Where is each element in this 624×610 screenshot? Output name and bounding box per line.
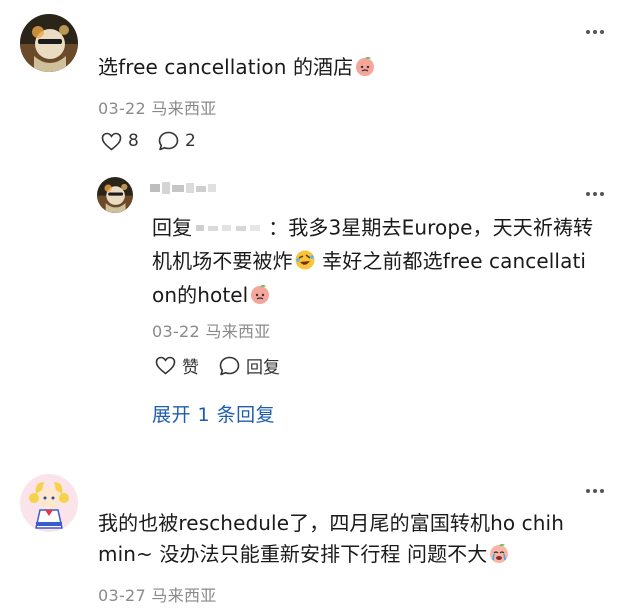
reply-text-part3: 幸好之前都选free cancellati — [315, 249, 587, 273]
heart-icon — [155, 356, 176, 375]
reply-location: 马来西亚 — [205, 322, 271, 341]
crying-emoji-icon — [488, 542, 510, 573]
reply-meta: 03-22 马来西亚 — [152, 318, 271, 342]
reply-line-2: 机机场不要被炸 幸好之前都选free cancellati — [152, 246, 608, 280]
reply-user-avatar-image — [97, 177, 133, 213]
comment2-text: 我的也被reschedule了，四月尾的富国转机ho chih min~ 没办法… — [98, 508, 598, 573]
user2-avatar-image — [20, 474, 78, 532]
comment-text-content: 选free cancellation 的酒店 — [98, 55, 354, 79]
speech-bubble-icon — [158, 131, 179, 151]
reply-date: 03-22 — [152, 322, 200, 341]
reply-reply-label: 回复 — [246, 358, 280, 378]
comment-more-menu[interactable] — [584, 26, 606, 38]
reply-username-redacted[interactable] — [150, 180, 220, 200]
reply-text-part2: 机机场不要被炸 — [152, 249, 293, 273]
user-avatar[interactable] — [20, 14, 78, 72]
reply-button[interactable]: 2 — [158, 131, 196, 151]
comment-location: 马来西亚 — [151, 99, 217, 118]
reply-text-part4: on的hotel — [152, 283, 249, 307]
comment2-line-2: min~ 没办法只能重新安排下行程 问题不大 — [98, 539, 598, 573]
reply-text-part1: ：我多3星期去Europe，天天祈祷转 — [268, 215, 594, 240]
like-count: 8 — [128, 131, 139, 151]
comment2-line-2-text: min~ 没办法只能重新安排下行程 问题不大 — [98, 542, 488, 566]
comment2-location: 马来西亚 — [151, 586, 217, 605]
reply-user-avatar[interactable] — [97, 177, 133, 213]
comment2-date: 03-27 — [98, 586, 146, 605]
reply-prefix: 回复 — [152, 215, 193, 240]
reply-line-1: 回复 ：我多3星期去Europe，天天祈祷转 — [152, 212, 608, 246]
comment-text: 选free cancellation 的酒店 — [98, 52, 376, 86]
like-button[interactable]: 8 — [101, 131, 139, 151]
reply-like-label: 赞 — [182, 358, 199, 378]
expand-replies-link[interactable]: 展开 1 条回复 — [152, 400, 275, 427]
peach-face-emoji-icon — [249, 283, 271, 314]
reply-count: 2 — [185, 131, 196, 151]
user-avatar-image — [20, 14, 78, 72]
reply-more-menu[interactable] — [584, 188, 606, 200]
reply-text: 回复 ：我多3星期去Europe，天天祈祷转 机机场不要被炸 幸好之前都选free… — [152, 212, 608, 314]
comment-meta: 03-22 马来西亚 — [98, 95, 217, 119]
comment-date: 03-22 — [98, 99, 146, 118]
user2-avatar[interactable] — [20, 474, 78, 532]
reply-reply-button[interactable]: 回复 — [219, 353, 280, 378]
rolling-laughing-emoji-icon — [294, 249, 316, 280]
comment2-line-1: 我的也被reschedule了，四月尾的富国转机ho chih — [98, 511, 564, 535]
reply-like-button[interactable]: 赞 — [155, 353, 199, 378]
comment2-more-menu[interactable] — [584, 485, 606, 497]
comment2-meta: 03-27 马来西亚 — [98, 582, 217, 606]
speech-bubble-icon — [219, 356, 240, 375]
redacted-mention[interactable] — [196, 212, 264, 243]
reply-line-3: on的hotel — [152, 280, 608, 314]
heart-icon — [101, 132, 122, 151]
peach-face-emoji-icon — [354, 55, 376, 86]
